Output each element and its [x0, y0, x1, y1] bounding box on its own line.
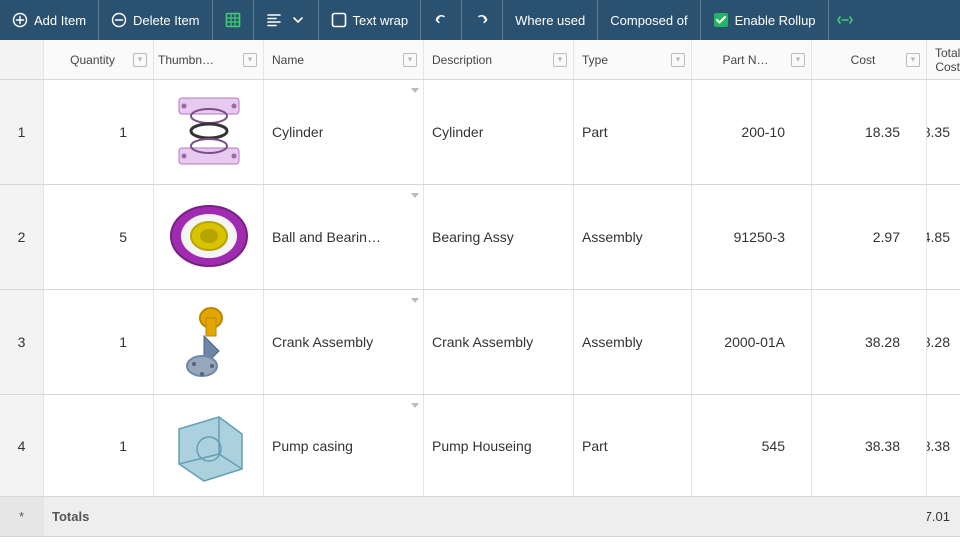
grid-view-button[interactable]	[213, 0, 254, 40]
header-cost[interactable]: Cost ▾	[812, 40, 927, 79]
grid-body: 1 1 Cylinder Cylinder Part 200-10 18.35 …	[0, 80, 960, 497]
cell-type[interactable]: Assembly	[574, 185, 692, 289]
filter-icon[interactable]: ▾	[791, 53, 805, 67]
cell-total-cost[interactable]: 14.85	[927, 185, 960, 289]
cell-description[interactable]: Pump Houseing	[424, 395, 574, 496]
where-used-button[interactable]: Where used	[503, 0, 598, 40]
filter-icon[interactable]: ▾	[403, 53, 417, 67]
align-menu-button[interactable]	[254, 0, 319, 40]
add-item-button[interactable]: Add Item	[0, 0, 99, 40]
header-quantity[interactable]: Quantity ▾	[44, 40, 154, 79]
totals-marker: *	[0, 497, 44, 536]
cell-quantity[interactable]: 1	[44, 80, 154, 184]
add-item-label: Add Item	[34, 13, 86, 28]
undo-icon	[433, 12, 449, 28]
cell-quantity[interactable]: 5	[44, 185, 154, 289]
delete-item-label: Delete Item	[133, 13, 199, 28]
checkbox-checked-icon	[713, 12, 729, 28]
cell-cost[interactable]: 2.97	[812, 185, 927, 289]
more-button[interactable]	[829, 0, 861, 40]
totals-row: * Totals 197.01	[0, 497, 960, 537]
cell-description[interactable]: Cylinder	[424, 80, 574, 184]
where-used-label: Where used	[515, 13, 585, 28]
cell-quantity[interactable]: 1	[44, 395, 154, 496]
cell-cost[interactable]: 18.35	[812, 80, 927, 184]
grid-header-row: Quantity ▾ Thumbn… ▾ Name ▾ Description …	[0, 40, 960, 80]
header-part-no[interactable]: Part N… ▾	[692, 40, 812, 79]
pump-casing-thumbnail-icon	[164, 399, 254, 492]
cell-type[interactable]: Part	[574, 80, 692, 184]
cell-type[interactable]: Assembly	[574, 290, 692, 394]
delete-item-button[interactable]: Delete Item	[99, 0, 212, 40]
filter-icon[interactable]: ▾	[906, 53, 920, 67]
cell-thumbnail[interactable]	[154, 80, 264, 184]
undo-button[interactable]	[421, 0, 462, 40]
filter-icon[interactable]: ▾	[553, 53, 567, 67]
row-number: 4	[0, 395, 44, 496]
table-row[interactable]: 1 1 Cylinder Cylinder Part 200-10 18.35 …	[0, 80, 960, 185]
bom-grid: Quantity ▾ Thumbn… ▾ Name ▾ Description …	[0, 40, 960, 537]
cell-thumbnail[interactable]	[154, 395, 264, 496]
text-wrap-label: Text wrap	[353, 13, 409, 28]
composed-of-label: Composed of	[610, 13, 687, 28]
cell-name[interactable]: Pump casing	[264, 395, 424, 496]
cell-name[interactable]: Crank Assembly	[264, 290, 424, 394]
cell-cost[interactable]: 38.38	[812, 395, 927, 496]
chevron-down-icon	[290, 12, 306, 28]
filter-icon[interactable]: ▾	[671, 53, 685, 67]
filter-icon[interactable]: ▾	[243, 53, 257, 67]
enable-rollup-toggle[interactable]: Enable Rollup	[701, 0, 829, 40]
align-left-icon	[266, 12, 282, 28]
cell-cost[interactable]: 38.28	[812, 290, 927, 394]
filter-icon[interactable]: ▾	[133, 53, 147, 67]
table-row[interactable]: 2 5 Ball and Bearin… Bearing Assy Assemb…	[0, 185, 960, 290]
cell-part-no[interactable]: 91250-3	[692, 185, 812, 289]
header-thumbnail[interactable]: Thumbn… ▾	[154, 40, 264, 79]
header-total-cost[interactable]: Total Cost ▾	[927, 40, 960, 79]
grid-icon	[225, 12, 241, 28]
crank-thumbnail-icon	[164, 296, 254, 389]
redo-button[interactable]	[462, 0, 503, 40]
cell-description[interactable]: Bearing Assy	[424, 185, 574, 289]
totals-total-cost: 197.01	[927, 497, 960, 536]
checkbox-empty-icon	[331, 12, 347, 28]
cell-description[interactable]: Crank Assembly	[424, 290, 574, 394]
header-type[interactable]: Type ▾	[574, 40, 692, 79]
table-row[interactable]: 4 1 Pump casing Pump Houseing Part 545 3…	[0, 395, 960, 497]
cylinder-thumbnail-icon	[164, 86, 254, 179]
cell-part-no[interactable]: 2000-01A	[692, 290, 812, 394]
bearing-thumbnail-icon	[164, 191, 254, 284]
enable-rollup-label: Enable Rollup	[735, 13, 816, 28]
cell-name[interactable]: Ball and Bearin…	[264, 185, 424, 289]
cell-total-cost[interactable]: 38.28	[927, 290, 960, 394]
cell-total-cost[interactable]: 38.38	[927, 395, 960, 496]
row-number: 2	[0, 185, 44, 289]
totals-label-cell: Totals	[44, 497, 154, 536]
header-rownum	[0, 40, 44, 79]
cell-part-no[interactable]: 200-10	[692, 80, 812, 184]
table-row[interactable]: 3 1 Crank Assembly Crank Assembly Assemb…	[0, 290, 960, 395]
text-wrap-toggle[interactable]: Text wrap	[319, 0, 422, 40]
cell-total-cost[interactable]: 18.35	[927, 80, 960, 184]
row-number: 3	[0, 290, 44, 394]
minus-circle-icon	[111, 12, 127, 28]
header-description[interactable]: Description ▾	[424, 40, 574, 79]
toolbar: Add Item Delete Item Text wrap	[0, 0, 960, 40]
redo-icon	[474, 12, 490, 28]
resize-icon	[837, 12, 853, 28]
composed-of-button[interactable]: Composed of	[598, 0, 700, 40]
row-number: 1	[0, 80, 44, 184]
cell-name[interactable]: Cylinder	[264, 80, 424, 184]
cell-thumbnail[interactable]	[154, 290, 264, 394]
plus-circle-icon	[12, 12, 28, 28]
cell-part-no[interactable]: 545	[692, 395, 812, 496]
cell-thumbnail[interactable]	[154, 185, 264, 289]
totals-label: Totals	[52, 509, 89, 524]
header-name[interactable]: Name ▾	[264, 40, 424, 79]
cell-type[interactable]: Part	[574, 395, 692, 496]
cell-quantity[interactable]: 1	[44, 290, 154, 394]
